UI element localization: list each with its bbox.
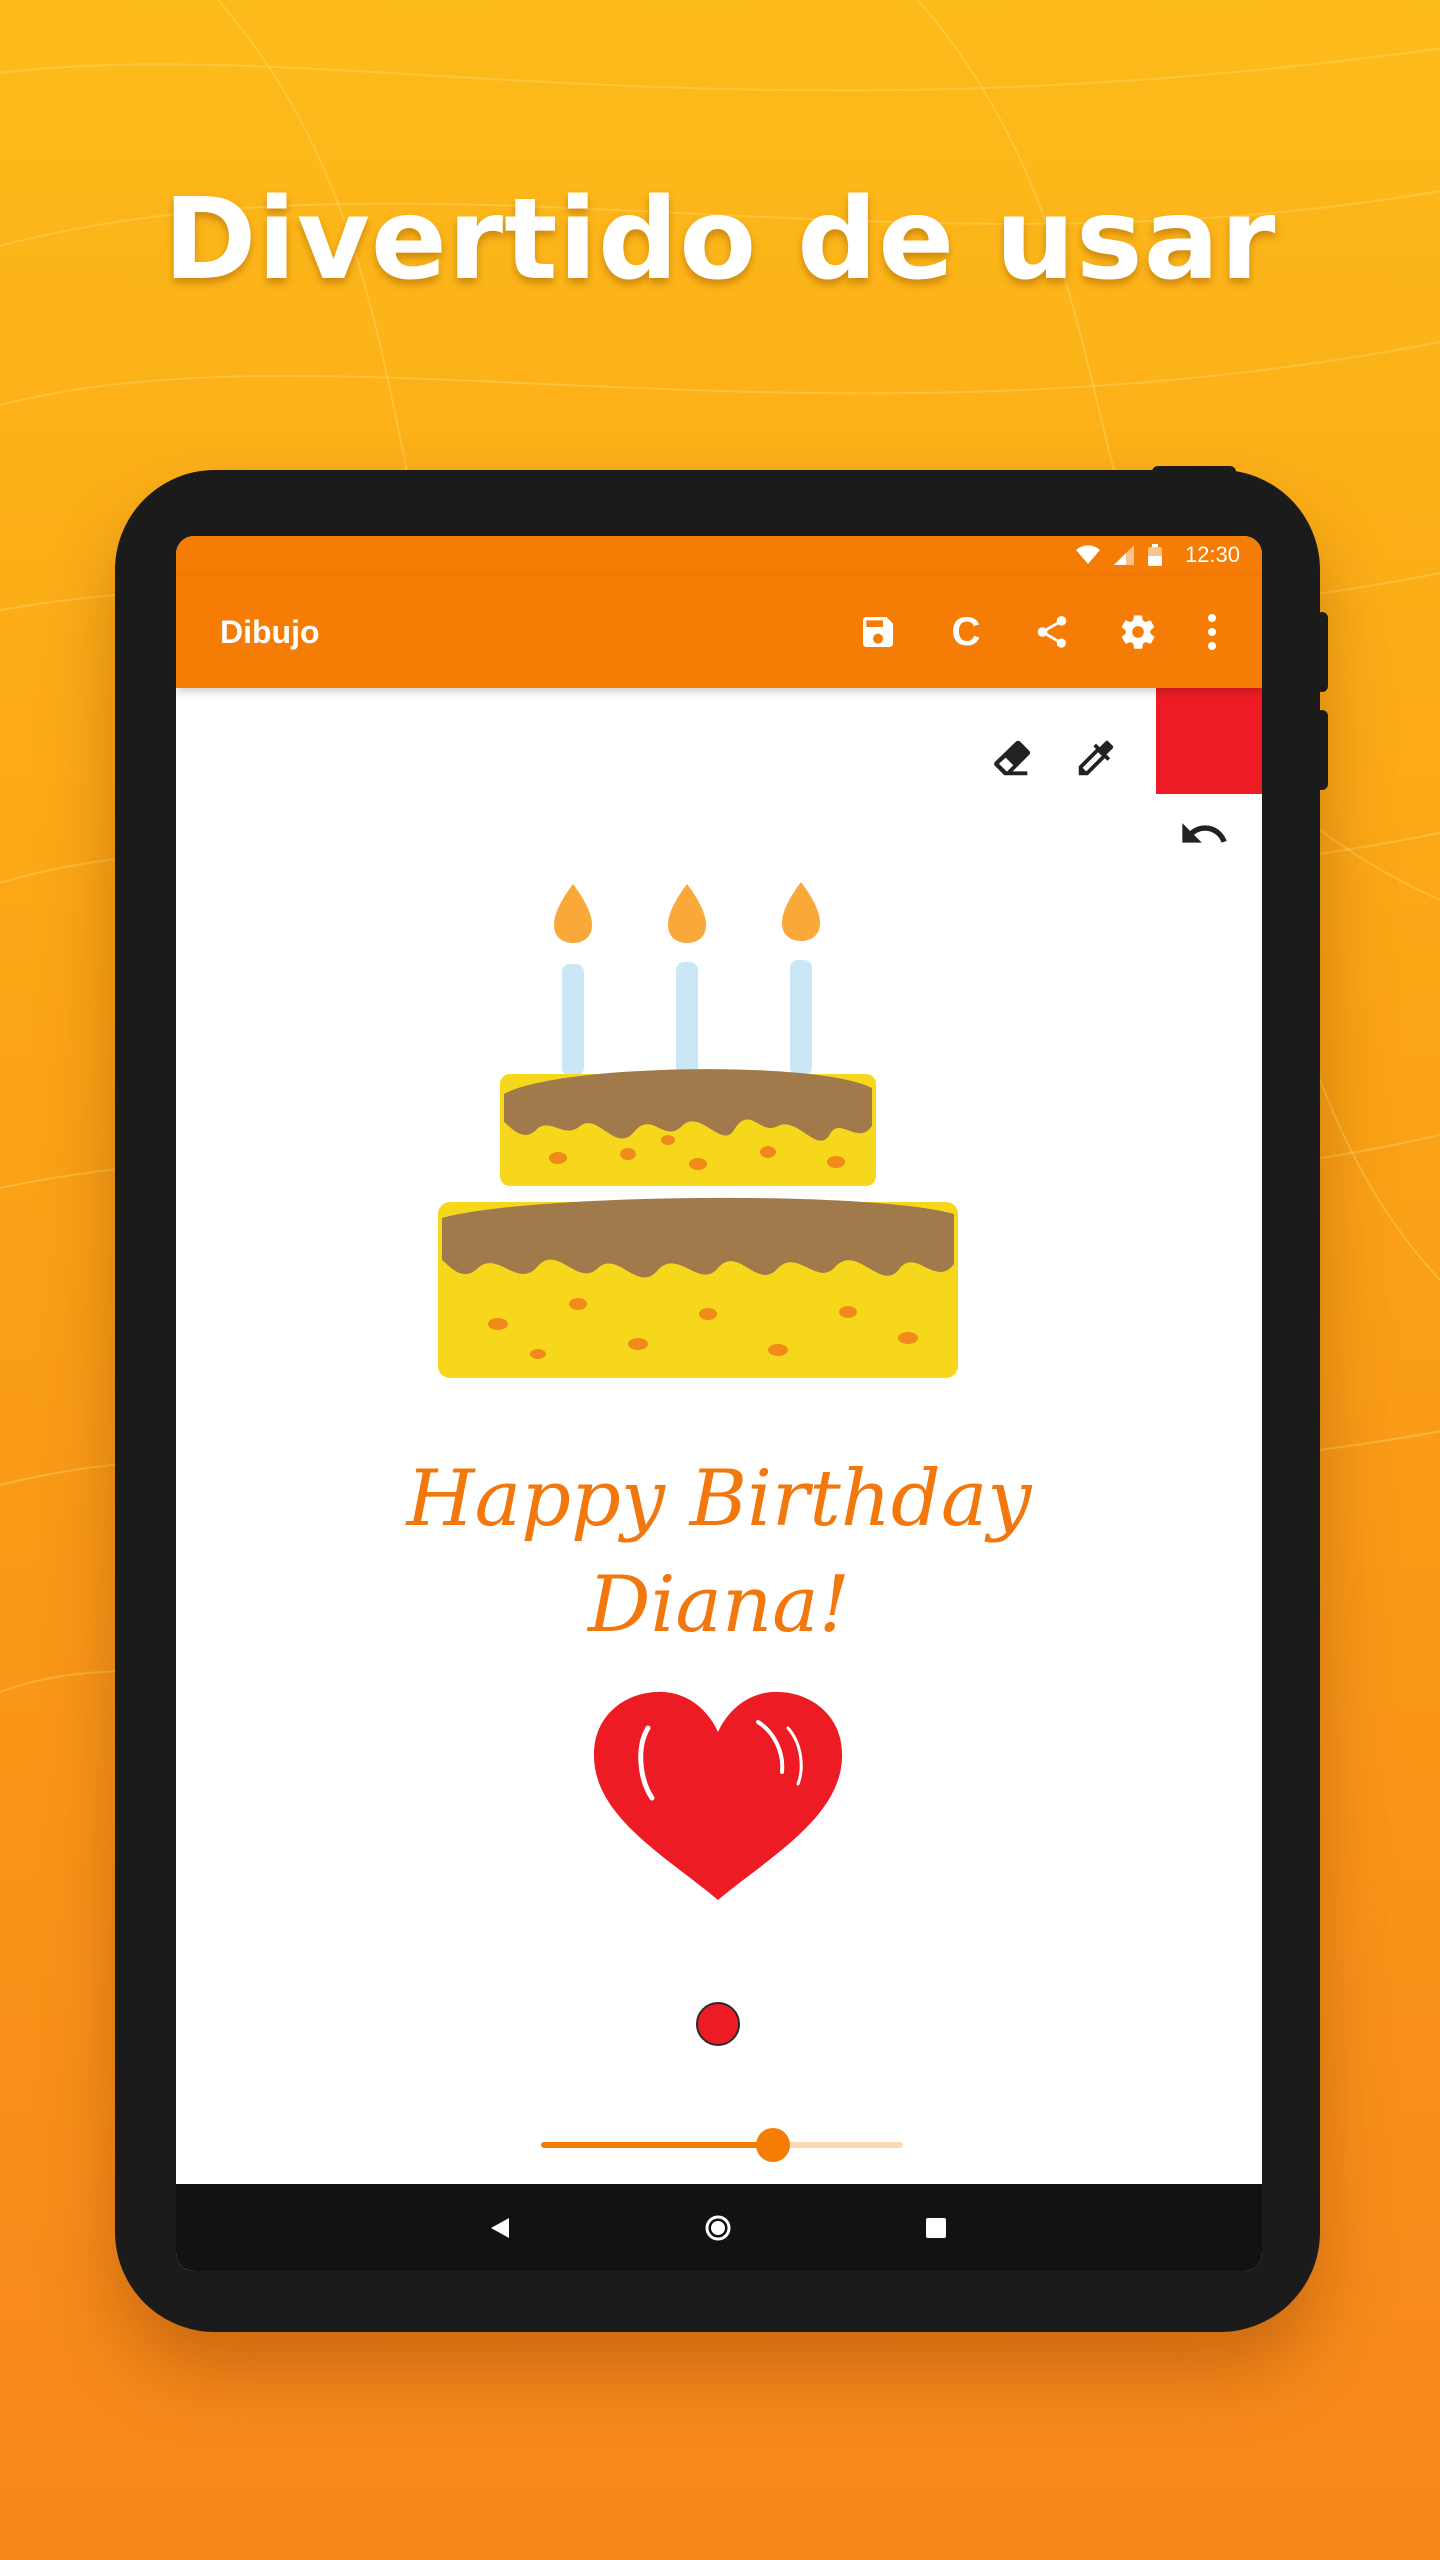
share-button[interactable] xyxy=(1022,602,1082,662)
color-picker-swatch[interactable] xyxy=(1156,688,1262,794)
status-icons xyxy=(1076,544,1162,566)
brush-size-slider[interactable] xyxy=(541,2128,903,2162)
wifi-icon xyxy=(1076,545,1100,564)
undo-button[interactable] xyxy=(1176,806,1232,862)
brush-size-preview xyxy=(696,2002,740,2046)
home-button[interactable] xyxy=(696,2206,740,2250)
save-button[interactable] xyxy=(848,602,908,662)
slider-fill xyxy=(541,2142,773,2148)
slider-thumb[interactable] xyxy=(755,2128,790,2162)
tablet-screen: 12:30 Dibujo C Happy Birthday Diana! xyxy=(176,536,1262,2271)
heart-drawing xyxy=(593,1691,843,1900)
clear-label: C xyxy=(951,609,981,654)
eraser-button[interactable] xyxy=(984,730,1040,786)
save-icon xyxy=(863,617,893,647)
drawing-canvas[interactable]: Happy Birthday Diana! xyxy=(176,688,1262,2184)
navigation-bar xyxy=(176,2184,1262,2271)
settings-icon xyxy=(1121,615,1155,649)
clear-button[interactable]: C xyxy=(936,602,996,662)
signal-icon xyxy=(1114,545,1134,565)
eyedropper-icon xyxy=(1078,740,1114,776)
app-title: Dibujo xyxy=(220,614,320,650)
battery-icon xyxy=(1148,544,1162,566)
status-bar: 12:30 xyxy=(176,536,1262,576)
birthday-cake-drawing xyxy=(438,882,958,1378)
candles xyxy=(553,882,821,1076)
recents-button[interactable] xyxy=(914,2206,958,2250)
promo-headline: Divertido de usar xyxy=(163,175,1277,305)
drawing-text-line1: Happy Birthday xyxy=(406,1454,1032,1544)
share-icon xyxy=(1037,616,1067,648)
eyedropper-button[interactable] xyxy=(1068,730,1124,786)
more-options-button[interactable] xyxy=(1182,602,1242,662)
undo-icon xyxy=(1182,823,1227,843)
recents-icon xyxy=(926,2218,946,2238)
more-vert-icon xyxy=(1208,614,1216,650)
eraser-icon xyxy=(994,740,1031,776)
status-time: 12:30 xyxy=(1184,542,1240,567)
power-button xyxy=(1152,466,1236,480)
app-toolbar: Dibujo C xyxy=(176,576,1262,688)
volume-button-down xyxy=(1316,710,1328,790)
settings-button[interactable] xyxy=(1108,602,1168,662)
back-button[interactable] xyxy=(478,2206,522,2250)
drawing-text-line2: Diana! xyxy=(587,1560,851,1650)
home-icon xyxy=(705,2215,731,2241)
back-icon xyxy=(491,2218,509,2238)
volume-button-up xyxy=(1316,612,1328,692)
